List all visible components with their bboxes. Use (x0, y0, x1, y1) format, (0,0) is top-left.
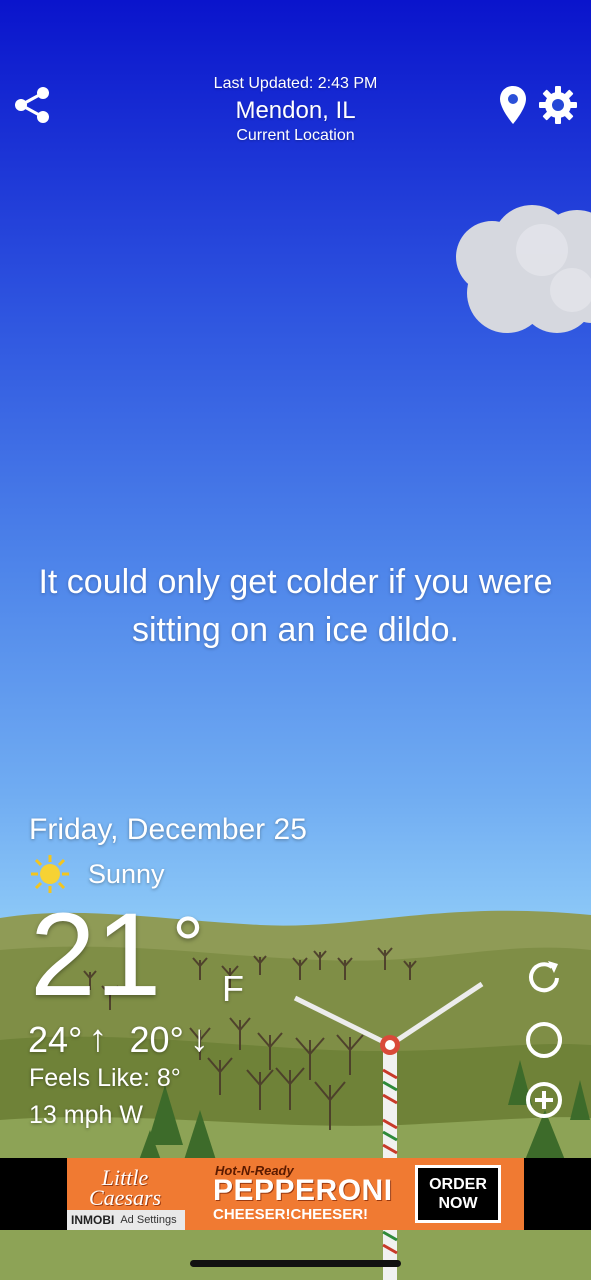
location-subtitle: Current Location (236, 127, 355, 144)
ad-headline: PEPPERONI (213, 1174, 393, 1207)
ad-brand: Little Caesars (88, 1165, 162, 1210)
ad-order-button[interactable]: ORDER NOW (415, 1165, 501, 1223)
weather-quote: It could only get colder if you were sit… (38, 563, 553, 649)
forecast-date: Friday, December 25 (29, 813, 307, 846)
location-pin-icon (500, 86, 526, 124)
condition-text: Sunny (88, 858, 165, 889)
feels-like: Feels Like: 8° (29, 1064, 181, 1092)
temperature-unit[interactable]: F (222, 968, 244, 1010)
wind-info: 13 mph W (29, 1101, 143, 1129)
up-arrow-icon: ↑ (88, 1018, 108, 1060)
ad-cta-line2: NOW (438, 1195, 478, 1212)
ad-settings[interactable]: INMOBI Ad Settings (67, 1210, 185, 1230)
condition-row: Sunny (30, 854, 165, 894)
ad-banner[interactable]: Little Caesars Hot-N-Ready PEPPERONI CHE… (67, 1158, 524, 1230)
add-location-button[interactable] (522, 1078, 566, 1122)
location-button[interactable] (496, 84, 530, 126)
moon-phase-button[interactable] (522, 1018, 566, 1062)
high-temp: 24° (28, 1018, 83, 1060)
ad-subline: CHEESER!CHEESER! (213, 1206, 369, 1223)
gear-icon (539, 86, 577, 124)
home-indicator[interactable] (190, 1260, 401, 1267)
degree-symbol: ° (172, 900, 204, 989)
refresh-icon (529, 961, 559, 993)
low-temp: 20° (129, 1018, 184, 1060)
current-temperature: 21 (30, 889, 162, 1021)
add-icon (526, 1082, 562, 1118)
refresh-button[interactable] (522, 956, 566, 1000)
cloud-graphic (456, 205, 591, 333)
high-low-row: 24° ↑ 20° ↓ (28, 1018, 225, 1061)
down-arrow-icon: ↓ (189, 1018, 209, 1060)
moon-phase-icon (526, 1022, 562, 1058)
settings-button[interactable] (536, 84, 580, 126)
ad-cta-line1: ORDER (429, 1176, 487, 1193)
sun-icon (31, 855, 69, 893)
ad-settings-label: Ad Settings (120, 1214, 177, 1226)
ad-network-label: INMOBI (71, 1213, 115, 1227)
